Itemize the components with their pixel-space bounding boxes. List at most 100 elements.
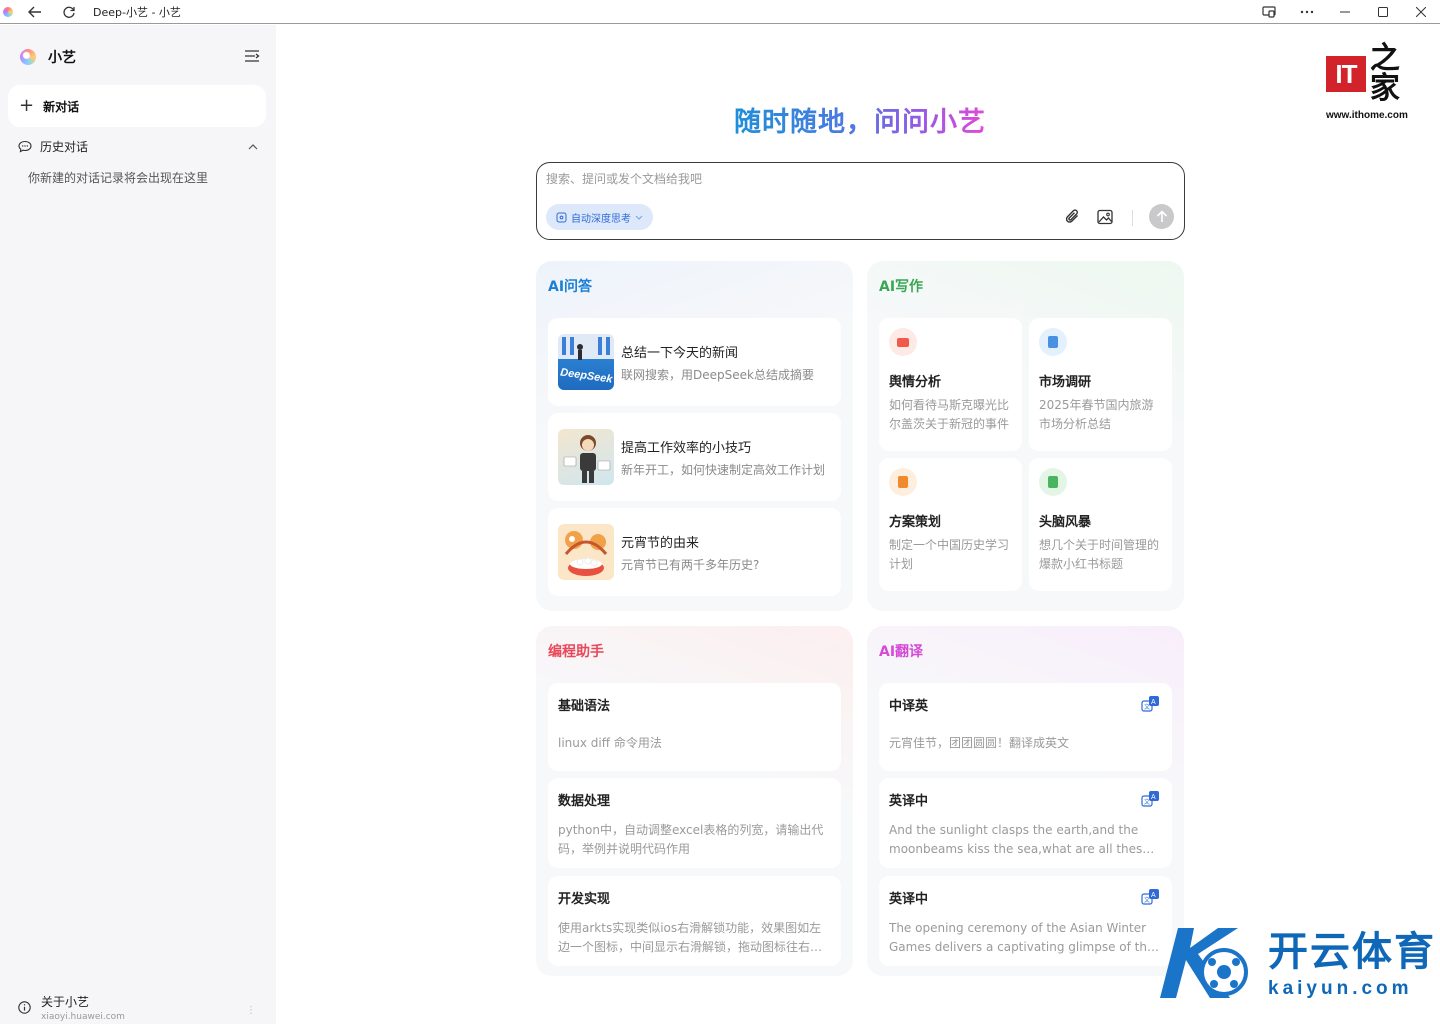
- atom-icon: [556, 212, 567, 222]
- kaiyun-cn: 开云体育: [1268, 929, 1436, 975]
- ithome-logo: IT 之家: [1326, 44, 1422, 104]
- chevron-up-icon[interactable]: [248, 143, 258, 150]
- writing-card-title: 方案策划: [889, 515, 942, 530]
- translation-card-desc: 元宵佳节，团团圆圆！翻译成英文: [889, 736, 1070, 750]
- sentiment-icon: [889, 328, 917, 356]
- cast-button[interactable]: [1250, 0, 1288, 24]
- refresh-button[interactable]: [57, 0, 81, 24]
- new-chat-button[interactable]: + 新对话: [8, 85, 266, 127]
- app-logo-icon: [3, 6, 13, 17]
- ai-writing-panel: AI写作 舆情分析 如何看待马斯克曝光比尔盖茨关于新冠的事件 市场调研 2025…: [867, 261, 1184, 611]
- paperclip-icon[interactable]: [1064, 208, 1082, 226]
- writing-card-plan[interactable]: 方案策划 制定一个中国历史学习计划: [879, 458, 1022, 591]
- more-button[interactable]: [1288, 0, 1326, 24]
- history-section-header[interactable]: 历史对话: [18, 138, 258, 155]
- minimize-icon: [1340, 11, 1350, 12]
- translation-card-desc: The opening ceremony of the Asian Winter…: [889, 921, 1155, 954]
- translation-card-en-zh-2[interactable]: 英译中 A文 The opening ceremony of the Asian…: [879, 876, 1172, 966]
- coding-card-syntax[interactable]: 基础语法 linux diff 命令用法: [548, 683, 841, 771]
- xiaoyi-logo-icon: [20, 49, 36, 65]
- translation-card-desc: And the sunlight clasps the earth,and th…: [889, 823, 1150, 856]
- writing-card-market[interactable]: 市场调研 2025年春节国内旅游市场分析总结: [1029, 318, 1172, 451]
- ai-qa-panel: AI问答 DeepSeek 总结一下今天的新闻 联网搜索，用DeepSeek总结…: [536, 261, 853, 611]
- cast-icon: [1262, 5, 1276, 18]
- coding-card-dev[interactable]: 开发实现 使用arkts实现类似ios右滑解锁功能，效果图如左边一个图标，中间显…: [548, 876, 841, 966]
- writing-card-desc: 2025年春节国内旅游市场分析总结: [1039, 398, 1154, 431]
- send-button[interactable]: [1149, 204, 1174, 229]
- about-url: xiaoyi.huawei.com: [41, 1012, 125, 1022]
- search-box: 自动深度思考: [536, 162, 1185, 240]
- writing-card-title: 舆情分析: [889, 375, 942, 390]
- qa-card-title: 总结一下今天的新闻: [621, 346, 739, 361]
- more-icon: [1300, 10, 1314, 13]
- coding-card-data[interactable]: 数据处理 python中，自动调整excel表格的列宽，请输出代码，举例并说明代…: [548, 778, 841, 868]
- translation-card-en-zh-1[interactable]: 英译中 A文 And the sunlight clasps the earth…: [879, 778, 1172, 868]
- translation-card-title: 英译中: [889, 892, 929, 907]
- svg-text:A: A: [1151, 892, 1156, 899]
- writing-card-desc: 想几个关于时间管理的爆款小红书标题: [1039, 538, 1160, 571]
- app-name: 小艺: [48, 50, 76, 66]
- writing-card-sentiment[interactable]: 舆情分析 如何看待马斯克曝光比尔盖茨关于新冠的事件: [879, 318, 1022, 451]
- deep-think-toggle[interactable]: 自动深度思考: [546, 204, 653, 230]
- chat-bubble-icon: [18, 140, 32, 153]
- office-worker-thumbnail-icon: [558, 429, 614, 485]
- qa-card-lantern[interactable]: 元宵节的由来 元宵节已有两千多年历史?: [548, 508, 841, 596]
- qa-card-news[interactable]: DeepSeek 总结一下今天的新闻 联网搜索，用DeepSeek总结成摘要: [548, 318, 841, 406]
- ithome-url: www.ithome.com: [1326, 110, 1408, 121]
- hero-title: 随时随地，问问小艺: [734, 107, 986, 138]
- svg-text:文: 文: [1144, 798, 1150, 806]
- translate-icon: A文: [1141, 696, 1159, 712]
- maximize-icon: [1378, 6, 1388, 17]
- chevron-down-icon: [635, 215, 643, 220]
- minimize-button[interactable]: [1326, 0, 1364, 24]
- coding-card-desc: python中，自动调整excel表格的列宽，请输出代码，举例并说明代码作用: [558, 823, 824, 856]
- ai-writing-title: AI写作: [879, 279, 924, 295]
- qa-card-subtitle: 新年开工，如何快速制定高效工作计划: [621, 463, 826, 477]
- writing-card-title: 市场调研: [1039, 375, 1092, 390]
- svg-text:文: 文: [1144, 896, 1150, 904]
- qa-card-title: 元宵节的由来: [621, 536, 700, 551]
- coding-card-title: 基础语法: [558, 699, 611, 714]
- writing-card-desc: 如何看待马斯克曝光比尔盖茨关于新冠的事件: [889, 398, 1010, 431]
- send-arrow-icon: [1156, 210, 1167, 222]
- writing-card-brainstorm[interactable]: 头脑风暴 想几个关于时间管理的爆款小红书标题: [1029, 458, 1172, 591]
- lantern-festival-thumbnail-icon: [558, 524, 614, 580]
- sidebar-resize-handle[interactable]: ⋮: [246, 1005, 256, 1016]
- svg-text:文: 文: [1144, 703, 1150, 711]
- title-bar: Deep-小艺 - 小艺: [0, 0, 1440, 24]
- svg-text:A: A: [1151, 699, 1156, 706]
- deep-think-label: 自动深度思考: [571, 213, 631, 225]
- close-button[interactable]: [1402, 0, 1440, 24]
- history-label: 历史对话: [40, 140, 89, 154]
- translation-title: AI翻译: [879, 644, 924, 660]
- kaiyun-watermark: 开云体育 kaiyun.com: [1150, 920, 1436, 1006]
- translation-card-title: 中译英: [889, 699, 929, 714]
- back-arrow-icon: [28, 6, 41, 17]
- about-link[interactable]: 关于小艺 xiaoyi.huawei.com: [18, 993, 125, 1022]
- sidebar: 小艺 + 新对话 历史对话 你新建的对话记录将会出现在这里 关于小艺 xiaoy…: [0, 25, 276, 1024]
- deepseek-thumbnail-icon: DeepSeek: [558, 334, 614, 390]
- coding-card-title: 开发实现: [558, 892, 611, 907]
- kaiyun-logo-icon: [1160, 928, 1248, 998]
- writing-card-desc: 制定一个中国历史学习计划: [889, 538, 1010, 571]
- qa-card-efficiency[interactable]: 提高工作效率的小技巧 新年开工，如何快速制定高效工作计划: [548, 413, 841, 501]
- qa-card-subtitle: 元宵节已有两千多年历史?: [621, 558, 760, 572]
- document-icon: [1039, 328, 1067, 356]
- image-icon[interactable]: [1096, 208, 1114, 226]
- kaiyun-en: kaiyun.com: [1268, 978, 1413, 999]
- search-input[interactable]: [546, 172, 1046, 186]
- translation-card-title: 英译中: [889, 794, 929, 809]
- back-button[interactable]: [23, 0, 47, 24]
- coding-card-desc: 使用arkts实现类似ios右滑解锁功能，效果图如左边一个图标，中间显示右滑解锁…: [558, 921, 823, 954]
- ai-translation-panel: AI翻译 中译英 A文 元宵佳节，团团圆圆！翻译成英文 英译中 A文 And t…: [867, 626, 1184, 976]
- maximize-button[interactable]: [1364, 0, 1402, 24]
- ithome-watermark: IT 之家 www.ithome.com: [1326, 44, 1422, 121]
- close-icon: [1416, 6, 1426, 17]
- svg-text:A: A: [1151, 794, 1156, 801]
- sidebar-header: 小艺: [20, 47, 76, 67]
- plan-document-icon: [889, 468, 917, 496]
- refresh-icon: [63, 6, 75, 18]
- sidebar-toggle-icon[interactable]: [244, 49, 260, 63]
- coding-card-desc: linux diff 命令用法: [558, 736, 662, 750]
- translation-card-zh-en[interactable]: 中译英 A文 元宵佳节，团团圆圆！翻译成英文: [879, 683, 1172, 771]
